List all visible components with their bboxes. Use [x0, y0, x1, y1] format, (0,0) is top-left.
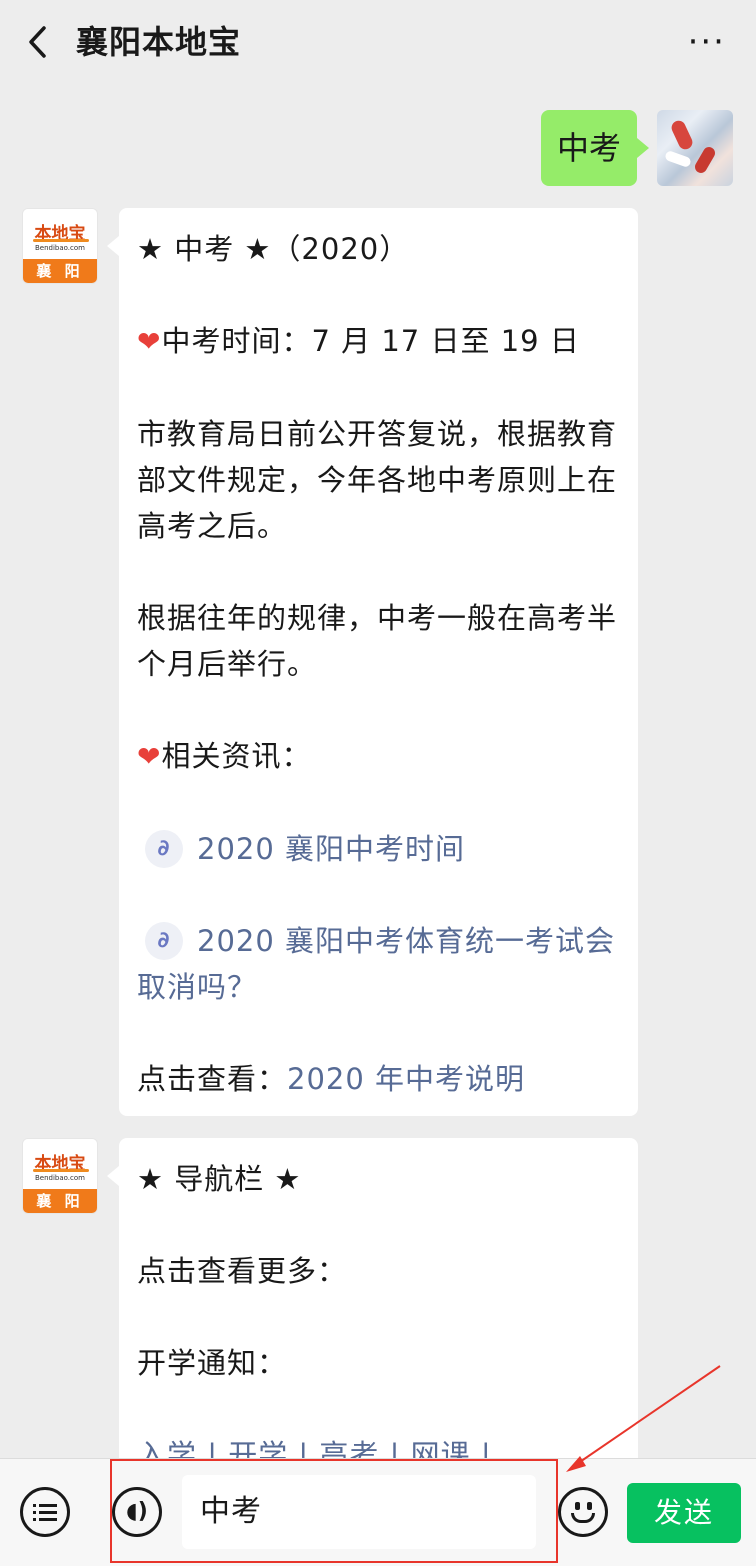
more-icon[interactable]: ··· [688, 24, 726, 60]
page-title: 襄阳本地宝 [76, 23, 242, 61]
paragraph-2: 根据往年的规律，中考一般在高考半个月后举行。 [137, 601, 618, 681]
emoji-icon[interactable] [558, 1487, 608, 1537]
message-title: ★ 中考 ★（2020） [137, 232, 410, 266]
mini-program-icon: ∂ [145, 830, 183, 868]
bot-city-text: 襄 阳 [23, 259, 97, 283]
my-avatar[interactable] [657, 110, 733, 186]
incoming-message-nav[interactable]: ★ 导航栏 ★ 点击查看更多： 开学通知： 入学 | 开学 | 高考 | 网课 … [107, 1138, 638, 1458]
back-icon[interactable] [22, 22, 54, 62]
send-button[interactable]: 发送 [627, 1483, 741, 1543]
menu-list-icon[interactable] [20, 1487, 70, 1537]
message-title: ★ 导航栏 ★ [137, 1162, 302, 1196]
school-notice-label: 开学通知： [137, 1346, 288, 1380]
link-exam-info[interactable]: 2020 年中考说明 [287, 1062, 525, 1096]
exam-time-line: ❤中考时间：7 月 17 日至 19 日 [137, 324, 580, 358]
mini-program-icon: ∂ [145, 922, 183, 960]
bot-avatar[interactable]: 本地宝 Bendibao.com 襄 阳 [22, 208, 98, 284]
header-bar: 襄阳本地宝 ··· [0, 0, 756, 84]
highlight-box [110, 1459, 558, 1563]
link-exam-time[interactable]: ∂ 2020 襄阳中考时间 [137, 826, 620, 872]
outgoing-message[interactable]: 中考 [541, 110, 649, 186]
view-more-line: 点击查看：2020 年中考说明 [137, 1062, 526, 1096]
bot-domain-text: Bendibao.com [34, 244, 85, 252]
paragraph-1: 市教育局日前公开答复说，根据教育部文件规定，今年各地中考原则上在高考之后。 [137, 417, 618, 543]
input-toolbar: ◖) 中考 发送 [0, 1458, 756, 1566]
nav-links[interactable]: 入学 | 开学 | 高考 | 网课 | [137, 1432, 620, 1458]
bot-avatar[interactable]: 本地宝 Bendibao.com 襄 阳 [22, 1138, 98, 1214]
heart-icon: ❤ [137, 740, 162, 773]
related-news-line: ❤相关资讯： [137, 739, 312, 773]
incoming-message-exam[interactable]: ★ 中考 ★（2020） ❤中考时间：7 月 17 日至 19 日 市教育局日前… [107, 208, 638, 1116]
view-more-text: 点击查看更多： [137, 1254, 348, 1288]
chat-area[interactable]: 中考 本地宝 Bendibao.com 襄 阳 ★ 中考 ★（2020） ❤中考… [0, 84, 756, 1458]
heart-icon: ❤ [137, 325, 162, 358]
link-pe-exam[interactable]: ∂ 2020 襄阳中考体育统一考试会取消吗？ [137, 918, 620, 1010]
